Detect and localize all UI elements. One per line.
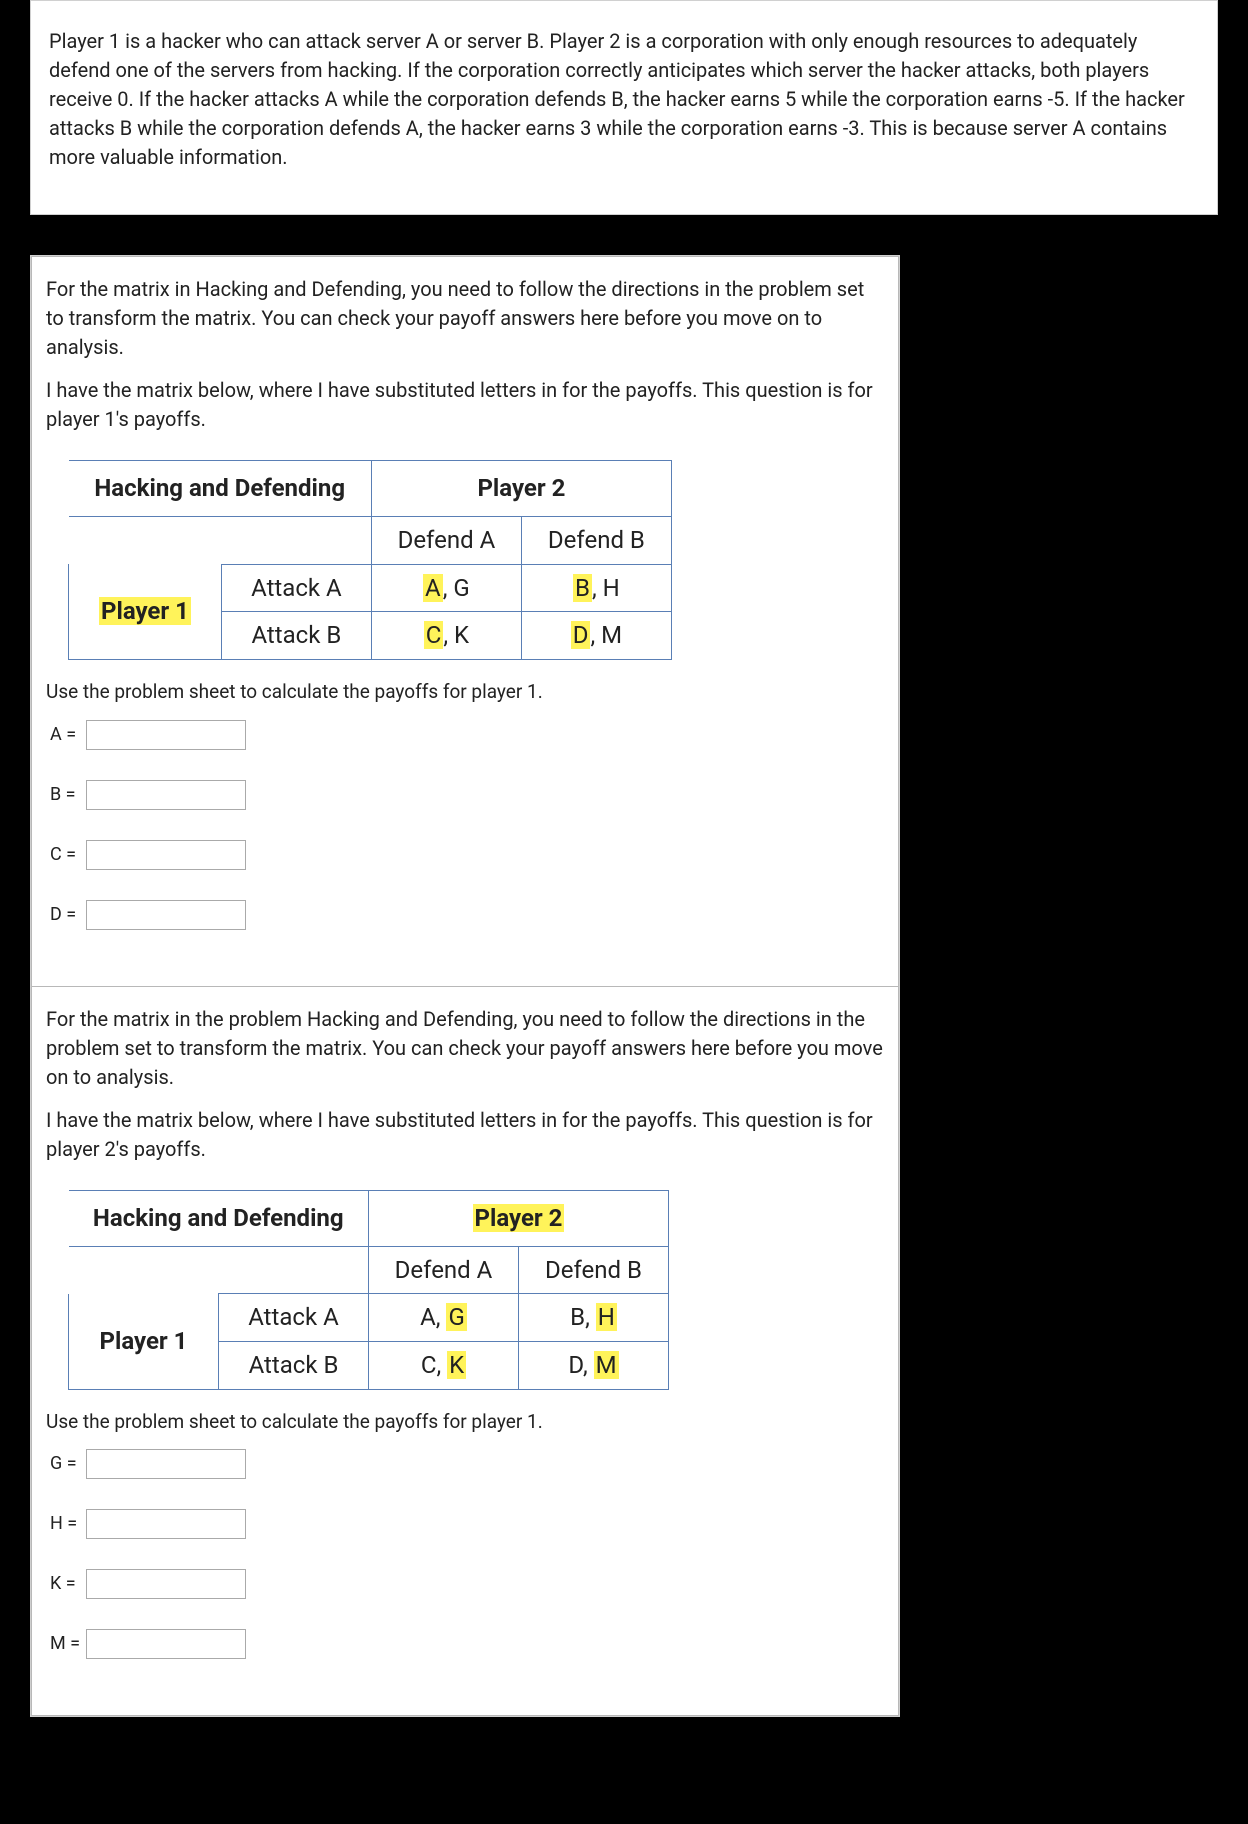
empty-cell bbox=[69, 516, 372, 564]
cell2-ba: C, K bbox=[369, 1342, 519, 1390]
cell-bb-p2: M bbox=[601, 621, 622, 649]
player2-header: Player 2 bbox=[371, 461, 671, 517]
attack-b-label-2: Attack B bbox=[219, 1342, 369, 1390]
matrix-title: Hacking and Defending bbox=[69, 461, 372, 517]
input-a[interactable] bbox=[86, 720, 246, 750]
cell-ba-sep: , bbox=[443, 621, 454, 649]
attack-a-label-2: Attack A bbox=[219, 1294, 369, 1342]
cell2-aa-p1: A bbox=[420, 1303, 436, 1331]
cell2-ab-p1: B bbox=[570, 1303, 585, 1331]
player2-header-2: Player 2 bbox=[369, 1190, 669, 1246]
cell2-bb: D, M bbox=[519, 1342, 669, 1390]
cell2-ba-p2: K bbox=[447, 1351, 466, 1379]
input-m[interactable] bbox=[86, 1629, 246, 1659]
player1-label: Player 1 bbox=[99, 597, 191, 625]
matrix-title-2: Hacking and Defending bbox=[69, 1190, 369, 1246]
attack-a-label: Attack A bbox=[221, 564, 371, 612]
cell-bb-sep: , bbox=[590, 621, 601, 649]
cell-ba-p2: K bbox=[454, 621, 469, 649]
input-k[interactable] bbox=[86, 1569, 246, 1599]
answer-row-k: K = bbox=[50, 1569, 884, 1599]
label-a: A = bbox=[50, 722, 80, 748]
cell-ba-p1: C bbox=[424, 621, 444, 649]
cell-aa-p1: A bbox=[423, 574, 443, 602]
cell-ab: B, H bbox=[521, 564, 671, 612]
input-d[interactable] bbox=[86, 900, 246, 930]
intro-text: Player 1 is a hacker who can attack serv… bbox=[49, 27, 1199, 172]
cell2-aa-p2: G bbox=[446, 1303, 466, 1331]
q2-para-2: I have the matrix below, where I have su… bbox=[46, 1106, 884, 1164]
answer-row-b: B = bbox=[50, 780, 884, 810]
question-1-card: For the matrix in Hacking and Defending,… bbox=[30, 255, 900, 1717]
cell-ab-sep: , bbox=[592, 574, 603, 602]
label-k: K = bbox=[50, 1571, 80, 1597]
answer-row-g: G = bbox=[50, 1449, 884, 1479]
q2-para-1: For the matrix in the problem Hacking an… bbox=[46, 1005, 884, 1092]
cell2-ba-p1: C bbox=[421, 1351, 437, 1379]
cell2-ab-p2: H bbox=[596, 1303, 617, 1331]
input-b[interactable] bbox=[86, 780, 246, 810]
label-c: C = bbox=[50, 842, 80, 868]
defend-a-header: Defend A bbox=[371, 516, 521, 564]
empty-cell-2 bbox=[69, 1246, 369, 1294]
answer-row-a: A = bbox=[50, 720, 884, 750]
defend-b-header-2: Defend B bbox=[519, 1246, 669, 1294]
cell2-aa-sep: , bbox=[436, 1303, 447, 1331]
cell2-aa: A, G bbox=[369, 1294, 519, 1342]
q1-para-1: For the matrix in Hacking and Defending,… bbox=[46, 275, 884, 362]
cell-aa-p2: G bbox=[453, 574, 469, 602]
cell2-bb-sep: , bbox=[583, 1351, 594, 1379]
attack-b-label: Attack B bbox=[221, 612, 371, 660]
cell-ab-p2: H bbox=[603, 574, 620, 602]
input-h[interactable] bbox=[86, 1509, 246, 1539]
payoff-matrix-2: Hacking and Defending Player 2 Defend A … bbox=[68, 1190, 669, 1390]
cell-aa-sep: , bbox=[443, 574, 454, 602]
label-m: M = bbox=[50, 1631, 80, 1657]
input-c[interactable] bbox=[86, 840, 246, 870]
answer-row-h: H = bbox=[50, 1509, 884, 1539]
question-1-section: For the matrix in Hacking and Defending,… bbox=[31, 256, 899, 987]
q1-instruction: Use the problem sheet to calculate the p… bbox=[46, 678, 884, 706]
label-b: B = bbox=[50, 782, 80, 808]
defend-b-header: Defend B bbox=[521, 516, 671, 564]
cell2-ba-sep: , bbox=[436, 1351, 447, 1379]
player2-label-2: Player 2 bbox=[473, 1204, 565, 1232]
player1-header-2: Player 1 bbox=[69, 1294, 219, 1390]
answer-row-c: C = bbox=[50, 840, 884, 870]
cell-bb: D, M bbox=[521, 612, 671, 660]
label-d: D = bbox=[50, 902, 80, 928]
cell-bb-p1: D bbox=[571, 621, 591, 649]
cell2-bb-p1: D bbox=[568, 1351, 583, 1379]
intro-card: Player 1 is a hacker who can attack serv… bbox=[30, 0, 1218, 215]
cell2-bb-p2: M bbox=[594, 1351, 619, 1379]
player1-header: Player 1 bbox=[69, 564, 222, 660]
cell-ba: C, K bbox=[371, 612, 521, 660]
payoff-matrix-1: Hacking and Defending Player 2 Defend A … bbox=[68, 460, 672, 660]
label-h: H = bbox=[50, 1511, 80, 1537]
cell2-ab-sep: , bbox=[585, 1303, 596, 1331]
q1-para-2: I have the matrix below, where I have su… bbox=[46, 376, 884, 434]
cell-aa: A, G bbox=[371, 564, 521, 612]
answer-row-m: M = bbox=[50, 1629, 884, 1659]
answer-row-d: D = bbox=[50, 900, 884, 930]
defend-a-header-2: Defend A bbox=[369, 1246, 519, 1294]
cell-ab-p1: B bbox=[573, 574, 592, 602]
label-g: G = bbox=[50, 1451, 80, 1477]
q2-instruction: Use the problem sheet to calculate the p… bbox=[46, 1408, 884, 1436]
input-g[interactable] bbox=[86, 1449, 246, 1479]
cell2-ab: B, H bbox=[519, 1294, 669, 1342]
question-2-section: For the matrix in the problem Hacking an… bbox=[31, 987, 899, 1717]
